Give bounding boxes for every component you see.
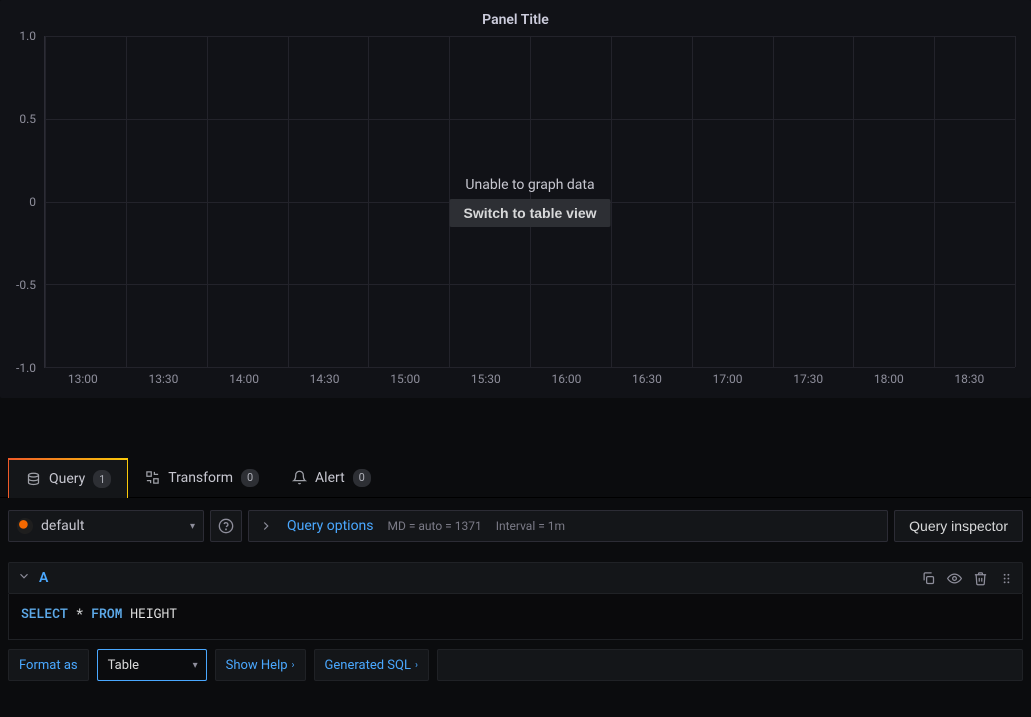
x-tick: 18:30 — [954, 372, 984, 386]
bell-icon — [291, 470, 307, 486]
format-as-label: Format as — [8, 649, 89, 681]
format-as-select[interactable]: Table ▾ — [97, 649, 207, 681]
format-row: Format as Table ▾ Show Help › Generated … — [8, 648, 1023, 682]
x-tick: 17:30 — [793, 372, 823, 386]
tab-label: Transform — [168, 470, 233, 486]
query-options-link[interactable]: Query options — [287, 518, 374, 534]
query-toolbar: default ▾ Query options MD = auto = 1371… — [0, 498, 1031, 554]
trash-icon — [973, 571, 988, 586]
question-circle-icon — [218, 518, 234, 534]
chevron-right-icon: › — [292, 660, 295, 671]
tab-badge: 0 — [353, 469, 371, 487]
switch-table-button[interactable]: Switch to table view — [449, 199, 610, 227]
toggle-visibility-button[interactable] — [946, 570, 962, 586]
eye-icon — [947, 571, 962, 586]
tab-badge: 0 — [241, 469, 259, 487]
duplicate-query-button[interactable] — [920, 570, 936, 586]
query-ref-id[interactable]: A — [39, 570, 48, 586]
query-row-actions — [920, 570, 1014, 586]
y-tick: 0.5 — [19, 112, 36, 126]
x-tick: 14:00 — [229, 372, 259, 386]
panel-title: Panel Title — [0, 8, 1031, 32]
query-options-interval: Interval = 1m — [496, 519, 565, 533]
chart-area: 1.0 0.5 0 -0.5 -1.0 Unabl — [4, 36, 1027, 388]
drag-handle[interactable] — [998, 570, 1014, 586]
x-axis: 13:00 13:30 14:00 14:30 15:00 15:30 16:0… — [44, 370, 1015, 388]
query-row-header: A — [8, 562, 1023, 594]
delete-query-button[interactable] — [972, 570, 988, 586]
tab-query[interactable]: Query 1 — [8, 458, 128, 498]
transform-icon — [144, 470, 160, 486]
show-help-button[interactable]: Show Help › — [215, 649, 306, 681]
datasource-help-button[interactable] — [210, 510, 242, 542]
x-tick: 15:30 — [471, 372, 501, 386]
chevron-down-icon: ▾ — [190, 521, 195, 532]
sql-keyword: SELECT — [21, 604, 68, 622]
generated-sql-button[interactable]: Generated SQL › — [314, 649, 429, 681]
y-tick: -0.5 — [16, 278, 36, 292]
x-tick: 17:00 — [713, 372, 743, 386]
query-editor-section: Query 1 Transform 0 Alert 0 default ▾ — [0, 458, 1031, 682]
y-tick: 1.0 — [19, 29, 36, 43]
query-inspector-button[interactable]: Query inspector — [894, 510, 1023, 542]
format-selected: Table — [108, 658, 139, 673]
chevron-right-icon — [259, 519, 273, 533]
tab-label: Query — [49, 471, 85, 487]
graph-panel: Panel Title 1.0 0.5 0 -0.5 -1.0 — [0, 0, 1031, 398]
database-icon — [25, 471, 41, 487]
tab-alert[interactable]: Alert 0 — [275, 459, 387, 497]
tab-label: Alert — [315, 470, 345, 486]
x-tick: 15:00 — [390, 372, 420, 386]
graph-error-text: Unable to graph data — [449, 177, 610, 193]
tab-transform[interactable]: Transform 0 — [128, 459, 275, 497]
chevron-right-icon: › — [415, 660, 418, 671]
y-axis: 1.0 0.5 0 -0.5 -1.0 — [4, 36, 42, 368]
x-tick: 18:00 — [874, 372, 904, 386]
datasource-name: default — [41, 518, 190, 534]
y-tick: 0 — [29, 195, 36, 209]
sql-star: * — [76, 604, 84, 622]
collapse-toggle[interactable] — [17, 569, 35, 587]
sql-keyword: FROM — [91, 604, 122, 622]
query-options-md: MD = auto = 1371 — [388, 519, 482, 533]
x-tick: 13:30 — [148, 372, 178, 386]
graph-error: Unable to graph data Switch to table vie… — [449, 177, 610, 227]
spacer — [437, 649, 1023, 681]
query-options-bar[interactable]: Query options MD = auto = 1371 Interval … — [248, 510, 888, 542]
datasource-picker[interactable]: default ▾ — [8, 510, 204, 542]
copy-icon — [921, 571, 936, 586]
tabs: Query 1 Transform 0 Alert 0 — [0, 458, 1031, 498]
tab-badge: 1 — [93, 470, 111, 488]
grip-icon — [999, 571, 1014, 586]
chevron-down-icon: ▾ — [193, 660, 198, 671]
x-tick: 14:30 — [310, 372, 340, 386]
x-tick: 16:00 — [551, 372, 581, 386]
datasource-logo-icon — [17, 518, 33, 534]
y-tick: -1.0 — [16, 361, 36, 375]
x-tick: 16:30 — [632, 372, 662, 386]
sql-editor[interactable]: SELECT * FROM HEIGHT — [8, 594, 1023, 640]
plot-area[interactable]: Unable to graph data Switch to table vie… — [44, 36, 1015, 368]
x-tick: 13:00 — [68, 372, 98, 386]
sql-table: HEIGHT — [130, 604, 177, 622]
